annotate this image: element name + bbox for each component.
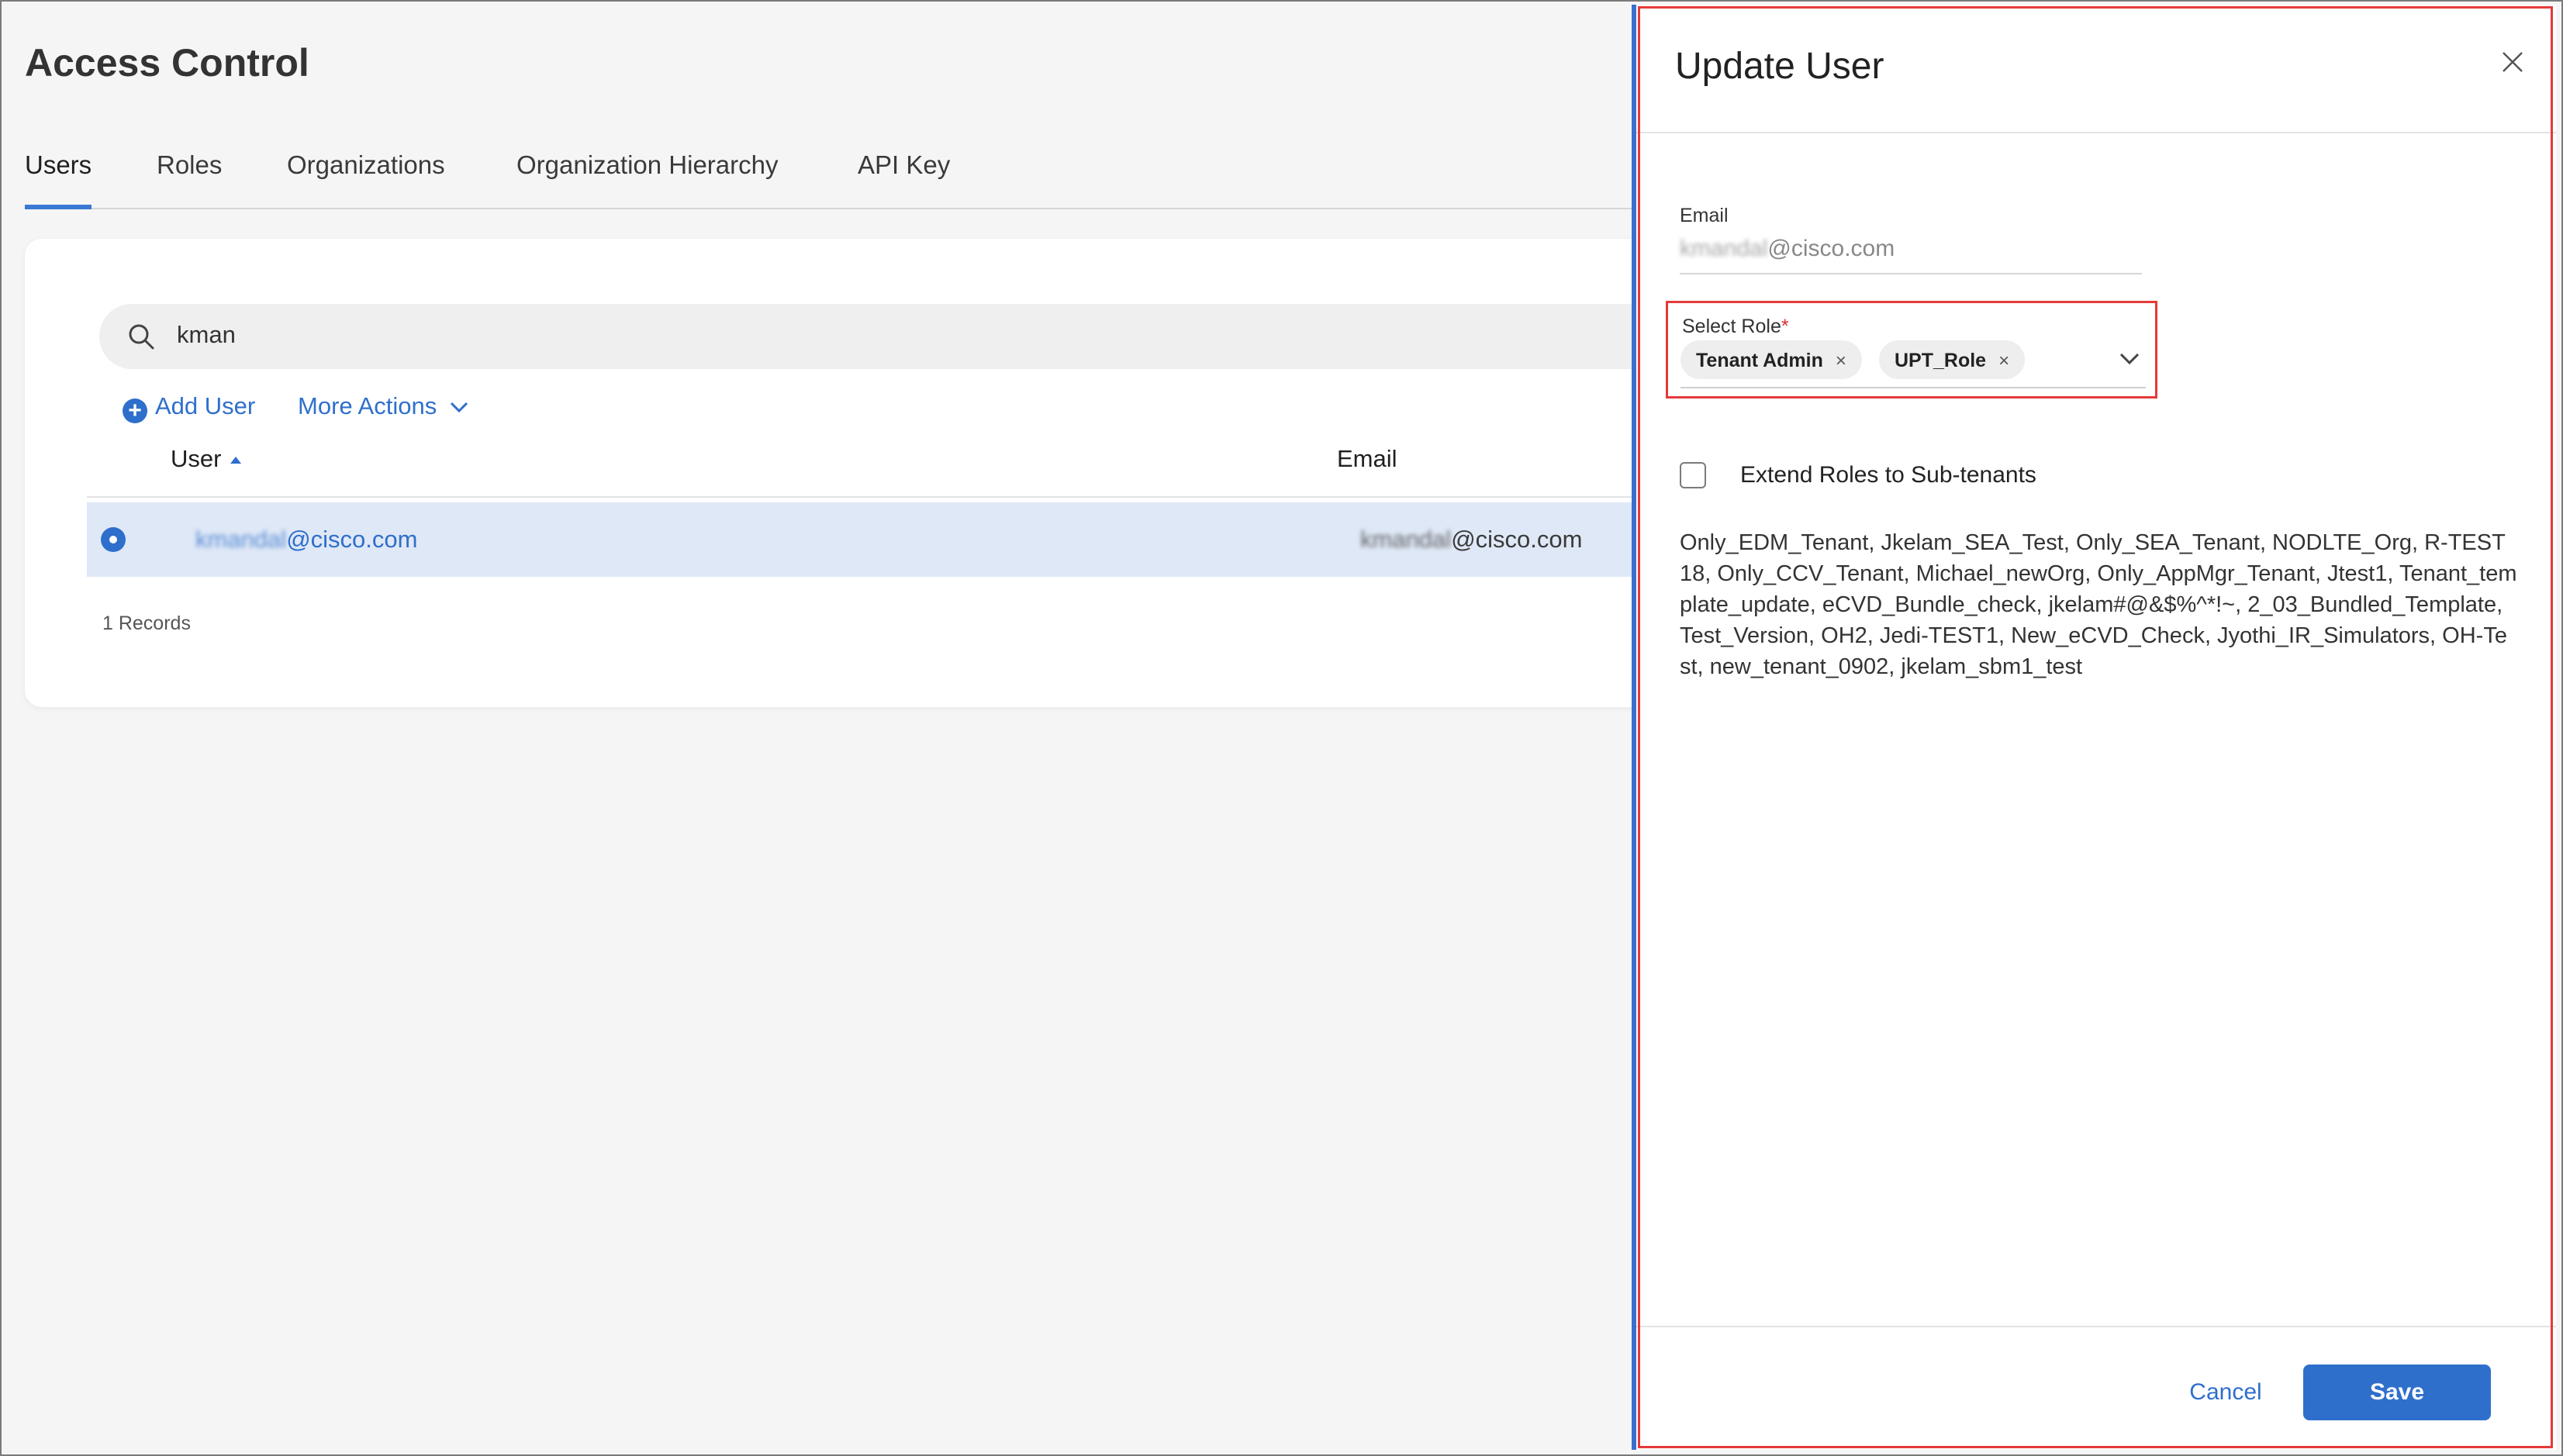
search-icon — [129, 324, 154, 350]
save-button[interactable]: Save — [2303, 1365, 2491, 1420]
tab-organizations[interactable]: Organizations — [287, 150, 445, 195]
organizations-list: Only_EDM_Tenant, Jkelam_SEA_Test, Only_S… — [1680, 530, 2517, 679]
tab-roles[interactable]: Roles — [157, 150, 222, 195]
required-marker: * — [1781, 316, 1789, 337]
tab-organization-hierarchy[interactable]: Organization Hierarchy — [516, 150, 778, 195]
email-field: kmandal@cisco.com — [1680, 236, 2142, 274]
select-role-label: Select Role* — [1682, 316, 1789, 337]
search-input[interactable]: kman — [99, 304, 1728, 369]
search-value: kman — [177, 321, 236, 348]
chevron-down-icon[interactable] — [2118, 350, 2141, 367]
remove-chip-icon[interactable]: × — [1998, 350, 2009, 371]
chevron-down-icon[interactable] — [448, 399, 470, 416]
select-role-field[interactable]: Select Role* Tenant Admin × UPT_Role × — [1666, 301, 2157, 399]
role-chip-upt-role: UPT_Role × — [1879, 340, 2026, 379]
add-user-button[interactable]: Add User — [155, 392, 255, 420]
table-divider — [87, 496, 1700, 498]
page-title: Access Control — [25, 41, 309, 85]
tab-bar: Users Roles Organizations Organization H… — [25, 132, 1638, 209]
drawer-footer-divider — [1636, 1326, 2556, 1327]
role-field-underline — [1680, 387, 2146, 388]
sort-ascending-icon — [230, 457, 242, 464]
row-user-link[interactable]: kmandal@cisco.com — [195, 526, 417, 554]
tab-users[interactable]: Users — [25, 150, 92, 209]
table-row[interactable]: kmandal@cisco.com kmandal@cisco.com — [87, 502, 1700, 577]
email-label: Email — [1680, 205, 1729, 226]
users-card: kman + Add User More Actions User Email … — [25, 239, 1728, 707]
remove-chip-icon[interactable]: × — [1836, 350, 1846, 371]
tab-api-key[interactable]: API Key — [858, 150, 950, 195]
extend-roles-label: Extend Roles to Sub-tenants — [1740, 462, 2036, 488]
row-select-radio[interactable] — [101, 527, 126, 552]
cancel-button[interactable]: Cancel — [2148, 1365, 2303, 1420]
drawer-header-divider — [1636, 132, 2556, 133]
drawer-title: Update User — [1675, 46, 1884, 87]
column-header-email[interactable]: Email — [1337, 445, 1397, 473]
role-chip-tenant-admin: Tenant Admin × — [1680, 340, 1862, 379]
extend-roles-checkbox[interactable] — [1680, 462, 1706, 488]
plus-circle-icon[interactable]: + — [123, 399, 147, 423]
update-user-drawer: Update User Email kmandal@cisco.com Sele… — [1632, 5, 2556, 1450]
close-icon[interactable] — [2499, 48, 2527, 76]
more-actions-button[interactable]: More Actions — [298, 392, 437, 420]
row-email: kmandal@cisco.com — [1360, 526, 1583, 553]
records-count: 1 Records — [102, 612, 191, 634]
column-header-user[interactable]: User — [171, 445, 242, 473]
